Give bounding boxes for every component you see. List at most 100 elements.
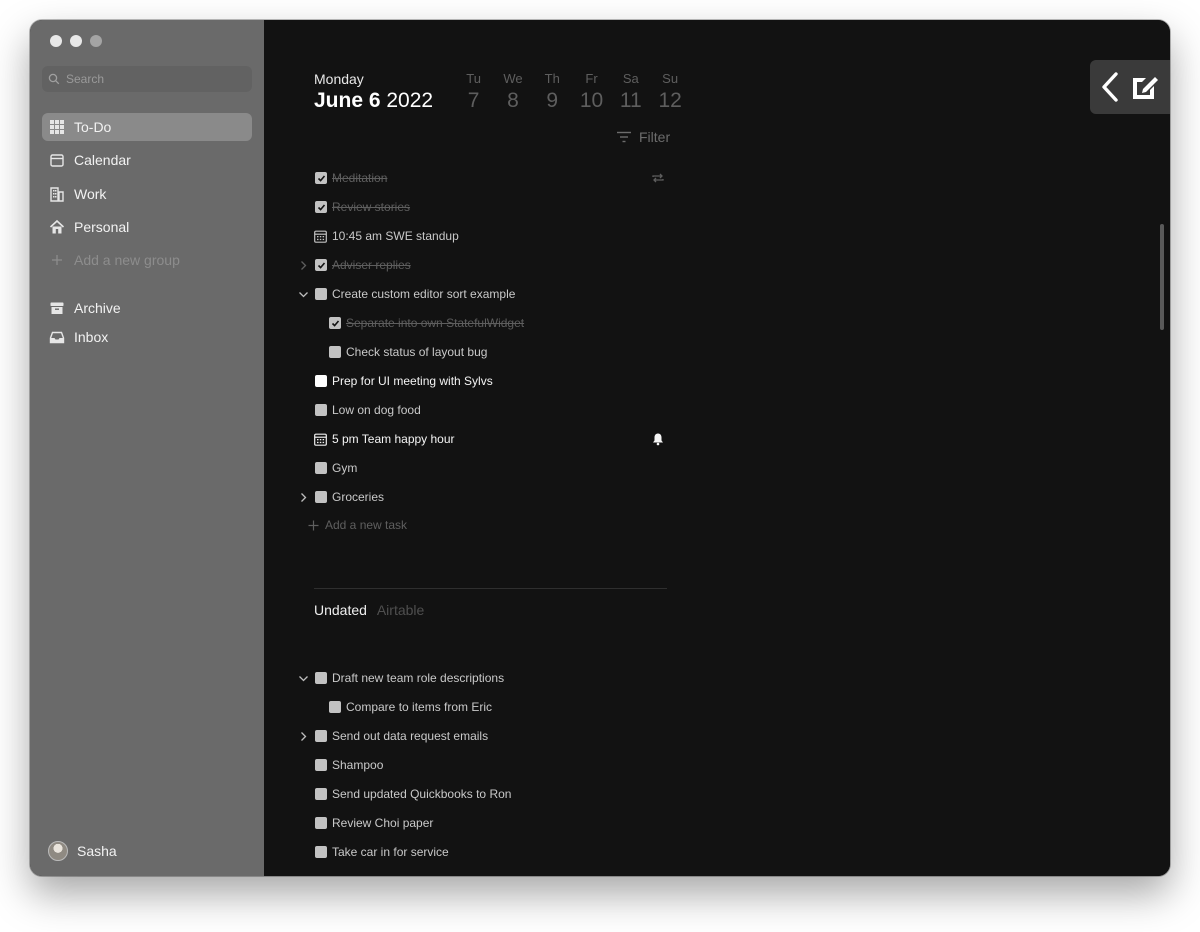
- sidebar-item-label: Personal: [74, 219, 130, 235]
- task-checkbox[interactable]: [315, 817, 327, 829]
- sidebar-item-todo[interactable]: To-Do: [42, 113, 252, 141]
- avatar: [48, 841, 68, 861]
- week-day-number: 7: [467, 89, 480, 112]
- app-window: To-Do Calendar Work Person: [30, 20, 1170, 876]
- week-day[interactable]: Su 12: [650, 71, 689, 113]
- task-label: Review Choi paper: [332, 816, 434, 830]
- task-item[interactable]: Meditation: [298, 164, 670, 193]
- add-task-button[interactable]: Add a new task: [308, 518, 407, 532]
- sidebar-item-label: Add a new group: [74, 252, 180, 268]
- task-checkbox[interactable]: [315, 375, 327, 387]
- task-checkbox[interactable]: [315, 201, 327, 213]
- sidebar: To-Do Calendar Work Person: [30, 20, 264, 876]
- bell-icon[interactable]: [651, 432, 665, 446]
- task-checkbox[interactable]: [315, 404, 327, 416]
- today-task-list: Meditation Review stories 10:45 am SWE s…: [298, 164, 670, 512]
- task-item[interactable]: Gym: [298, 454, 670, 483]
- task-label: Gym: [332, 461, 358, 475]
- inbox-icon: [49, 331, 65, 344]
- floating-toolbar: [1090, 60, 1170, 114]
- current-date: June 6 2022: [314, 89, 433, 113]
- task-item[interactable]: Review stories: [298, 193, 670, 222]
- task-checkbox[interactable]: [315, 846, 327, 858]
- task-item[interactable]: Groceries: [298, 483, 670, 512]
- sidebar-item-label: Archive: [74, 300, 121, 316]
- task-item[interactable]: Prep for UI meeting with Sylvs: [298, 367, 670, 396]
- minimize-window-button[interactable]: [70, 35, 82, 47]
- section-title: Undated: [314, 602, 367, 618]
- sidebar-item-personal[interactable]: Personal: [42, 213, 252, 241]
- task-item[interactable]: Create custom editor sort example: [298, 280, 670, 309]
- sidebar-item-calendar[interactable]: Calendar: [42, 146, 252, 174]
- user-profile[interactable]: Sasha: [48, 841, 117, 861]
- week-day[interactable]: Sa 11: [611, 71, 650, 113]
- task-item[interactable]: Take car in for service: [298, 838, 670, 867]
- task-checkbox[interactable]: [315, 672, 327, 684]
- search-box[interactable]: [42, 66, 252, 92]
- week-day[interactable]: Tu 7: [454, 71, 493, 113]
- week-day-abbr: Sa: [622, 71, 639, 86]
- task-checkbox[interactable]: [329, 346, 341, 358]
- sidebar-item-label: Work: [74, 186, 107, 202]
- current-year: 2022: [386, 89, 434, 112]
- week-day[interactable]: Th 9: [533, 71, 572, 113]
- close-window-button[interactable]: [50, 35, 62, 47]
- grid-icon: [50, 120, 64, 134]
- subtask-item[interactable]: Separate into own StatefulWidget: [298, 309, 670, 338]
- event-item[interactable]: 5 pm Team happy hour: [298, 425, 670, 454]
- sidebar-item-work[interactable]: Work: [42, 180, 252, 208]
- sidebar-item-archive[interactable]: Archive: [42, 294, 252, 322]
- task-checkbox[interactable]: [315, 730, 327, 742]
- week-day-abbr: Th: [544, 71, 560, 86]
- week-day[interactable]: Fr 10: [572, 71, 611, 113]
- plus-icon: [52, 255, 62, 265]
- week-day-number: 8: [507, 89, 519, 112]
- chevron-right-icon[interactable]: [298, 260, 309, 271]
- task-item[interactable]: Send updated Quickbooks to Ron: [298, 780, 670, 809]
- task-label: Take car in for service: [332, 845, 449, 859]
- checkmark-icon: [317, 203, 325, 211]
- chevron-down-icon[interactable]: [298, 289, 309, 300]
- sidebar-item-inbox[interactable]: Inbox: [42, 323, 252, 351]
- task-checkbox[interactable]: [315, 172, 327, 184]
- zoom-window-button[interactable]: [90, 35, 102, 47]
- task-label: Shampoo: [332, 758, 384, 772]
- task-checkbox[interactable]: [329, 701, 341, 713]
- task-item[interactable]: Draft new team role descriptions: [298, 664, 670, 693]
- calendar-event-icon: [314, 433, 327, 446]
- task-label: Prep for UI meeting with Sylvs: [332, 374, 493, 388]
- plus-icon: [308, 520, 319, 530]
- week-day-number: 12: [658, 89, 682, 112]
- task-checkbox[interactable]: [329, 317, 341, 329]
- event-item[interactable]: 10:45 am SWE standup: [298, 222, 670, 251]
- scrollbar-thumb[interactable]: [1160, 224, 1164, 330]
- search-input[interactable]: [66, 72, 236, 86]
- task-item[interactable]: Adviser replies: [298, 251, 670, 280]
- task-checkbox[interactable]: [315, 288, 327, 300]
- task-checkbox[interactable]: [315, 759, 327, 771]
- task-item[interactable]: Send out data request emails: [298, 722, 670, 751]
- chevron-down-icon[interactable]: [298, 673, 309, 684]
- back-icon[interactable]: [1100, 71, 1120, 103]
- week-day-abbr: Fr: [585, 71, 598, 86]
- undated-section-header: Undated Airtable: [314, 602, 424, 618]
- filter-button[interactable]: Filter: [616, 129, 670, 145]
- add-group-button[interactable]: Add a new group: [42, 246, 252, 274]
- checkmark-icon: [317, 261, 325, 269]
- task-checkbox[interactable]: [315, 462, 327, 474]
- task-checkbox[interactable]: [315, 259, 327, 271]
- task-item[interactable]: Low on dog food: [298, 396, 670, 425]
- task-item[interactable]: Shampoo: [298, 751, 670, 780]
- task-checkbox[interactable]: [315, 491, 327, 503]
- week-day-abbr: Tu: [466, 71, 481, 86]
- week-day[interactable]: We 8: [493, 71, 532, 113]
- repeat-icon: [652, 173, 664, 183]
- task-item[interactable]: Review Choi paper: [298, 809, 670, 838]
- chevron-right-icon[interactable]: [298, 731, 309, 742]
- subtask-item[interactable]: Compare to items from Eric: [298, 693, 670, 722]
- calendar-icon: [50, 154, 64, 167]
- compose-icon[interactable]: [1130, 72, 1160, 102]
- subtask-item[interactable]: Check status of layout bug: [298, 338, 670, 367]
- chevron-right-icon[interactable]: [298, 492, 309, 503]
- task-checkbox[interactable]: [315, 788, 327, 800]
